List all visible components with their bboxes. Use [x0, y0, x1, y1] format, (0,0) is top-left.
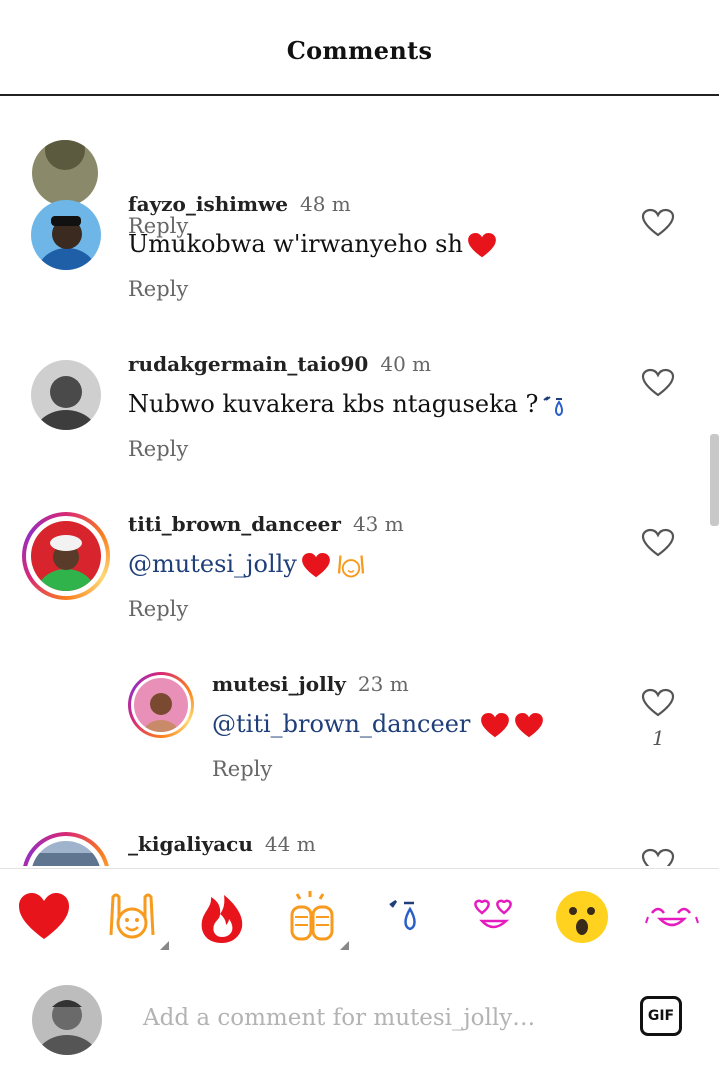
- avatar[interactable]: [31, 200, 101, 270]
- comment-input[interactable]: Add a comment for mutesi_jolly…: [143, 1005, 535, 1031]
- like-count[interactable]: 1: [652, 726, 665, 750]
- clapping-hands-emoji-button[interactable]: [282, 887, 349, 950]
- red-heart-icon: [481, 712, 510, 737]
- comment-username[interactable]: titi_brown_danceer: [128, 512, 341, 536]
- clapping-hands-icon: [290, 891, 334, 941]
- reply-button[interactable]: Reply: [128, 597, 188, 621]
- comment-text: @titi_brown_danceer: [212, 710, 544, 739]
- fire-emoji-button[interactable]: [192, 887, 252, 947]
- red-heart-icon: [468, 232, 496, 257]
- like-heart-icon[interactable]: [641, 528, 675, 558]
- emoji-quick-bar: [0, 868, 719, 966]
- crying-face-icon: [543, 395, 564, 416]
- reply-button[interactable]: Reply: [212, 757, 272, 781]
- comment-time: 44 m: [264, 832, 316, 856]
- red-heart-icon: [515, 712, 544, 737]
- avatar[interactable]: [31, 360, 101, 430]
- comment-username[interactable]: rudakgermain_taio90: [128, 352, 368, 376]
- raising-hands-emoji-button[interactable]: [102, 887, 169, 950]
- like-heart-icon[interactable]: [641, 368, 675, 398]
- raising-hands-icon: [109, 893, 155, 939]
- heart-eyes-emoji-button[interactable]: [464, 887, 524, 947]
- reply-button[interactable]: Reply: [128, 437, 188, 461]
- story-ring[interactable]: [22, 832, 110, 866]
- like-heart-icon[interactable]: [641, 208, 675, 238]
- raising-hands-icon: [337, 554, 364, 577]
- reply-button[interactable]: Reply: [128, 277, 188, 301]
- avatar: [31, 521, 101, 591]
- laughing-face-icon: [645, 907, 699, 927]
- comment-time: 23 m: [357, 672, 409, 696]
- heart-eyes-icon: [474, 899, 512, 929]
- comment-username[interactable]: fayzo_ishimwe: [128, 192, 288, 216]
- red-heart-icon: [301, 552, 330, 577]
- like-heart-icon[interactable]: [641, 688, 675, 718]
- laughing-face-emoji-button[interactable]: [642, 887, 702, 947]
- comment-time: 40 m: [380, 352, 432, 376]
- comment-username[interactable]: _kigaliyacu: [128, 832, 253, 856]
- crying-face-emoji-button[interactable]: [382, 887, 442, 947]
- comment-username[interactable]: mutesi_jolly: [212, 672, 346, 696]
- comment-text: @mutesi_jolly: [128, 550, 367, 581]
- mention-link[interactable]: @titi_brown_danceer: [212, 710, 470, 738]
- gif-button[interactable]: GIF: [640, 996, 682, 1036]
- avatar[interactable]: [32, 140, 98, 206]
- like-heart-icon[interactable]: [641, 848, 675, 866]
- header-bar: Comments: [0, 0, 719, 96]
- comment-composer: Add a comment for mutesi_jolly… GIF: [0, 965, 719, 1079]
- comment-text-body: Umukobwa w'irwanyeho sh: [128, 230, 463, 258]
- fire-icon: [201, 895, 243, 943]
- story-ring[interactable]: [128, 672, 194, 738]
- page-title: Comments: [286, 36, 433, 65]
- comment-list[interactable]: Reply fayzo_ishimwe 48 m Umukobwa w'irwan…: [0, 96, 719, 866]
- surprised-face-emoji-button[interactable]: [552, 887, 612, 947]
- current-user-avatar: [32, 985, 102, 1055]
- comment-text: Umukobwa w'irwanyeho sh: [128, 230, 497, 259]
- crying-face-icon: [389, 899, 416, 931]
- red-heart-icon: [19, 893, 69, 939]
- comment-time: 43 m: [352, 512, 404, 536]
- comment-text-body: Nubwo kuvakera kbs ntaguseka ?: [128, 390, 539, 418]
- surprised-face-icon: [556, 891, 608, 943]
- avatar: [134, 678, 188, 732]
- red-heart-emoji-button[interactable]: [14, 887, 74, 947]
- comment-text: Nubwo kuvakera kbs ntaguseka ?: [128, 390, 564, 418]
- scrollbar-thumb[interactable]: [710, 434, 719, 526]
- story-ring[interactable]: [22, 512, 110, 600]
- mention-link[interactable]: @mutesi_jolly: [128, 550, 297, 578]
- comment-time: 48 m: [299, 192, 351, 216]
